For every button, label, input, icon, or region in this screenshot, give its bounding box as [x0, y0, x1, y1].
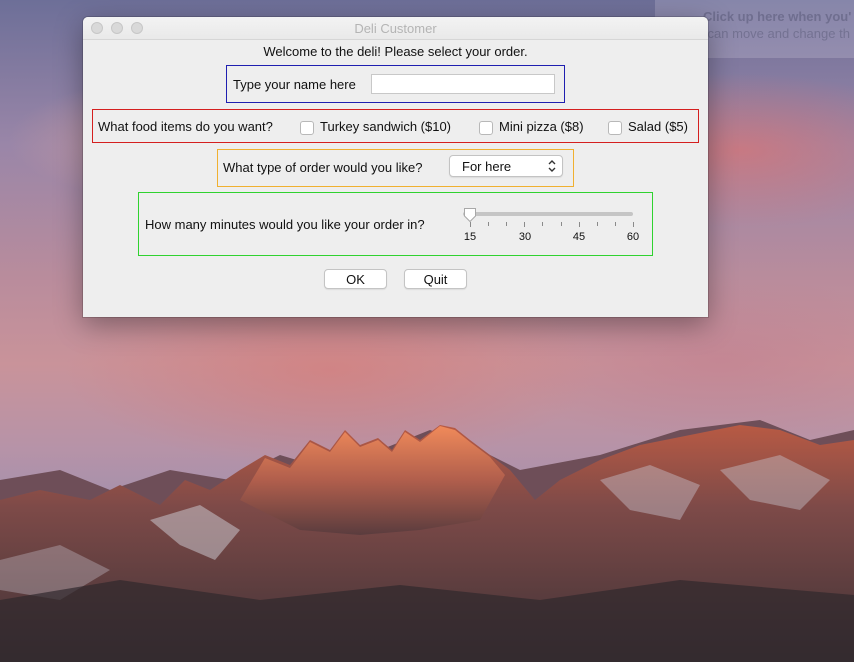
- turkey-sandwich-label[interactable]: Turkey sandwich ($10): [320, 119, 451, 134]
- slider-tick: [488, 222, 489, 226]
- slider-tick: [597, 222, 598, 226]
- mini-pizza-checkbox[interactable]: [479, 121, 493, 135]
- order-type-selected-value: For here: [462, 159, 512, 174]
- order-type-panel: What type of order would you like? For h…: [217, 149, 574, 187]
- slider-tick: [524, 222, 525, 227]
- slider-tick: [633, 222, 634, 227]
- slider-tick: [506, 222, 507, 226]
- slider-tick: [615, 222, 616, 226]
- welcome-message: Welcome to the deli! Please select your …: [263, 44, 528, 59]
- order-type-select[interactable]: For here: [449, 155, 563, 177]
- salad-checkbox[interactable]: [608, 121, 622, 135]
- select-updown-arrows-icon: [548, 160, 556, 172]
- slider-label-15: 15: [463, 231, 477, 243]
- minutes-slider-thumb[interactable]: [463, 207, 477, 223]
- turkey-sandwich-checkbox[interactable]: [300, 121, 314, 135]
- food-items-label: What food items do you want?: [98, 119, 273, 134]
- salad-label[interactable]: Salad ($5): [628, 119, 688, 134]
- minutes-slider-track[interactable]: [463, 212, 633, 216]
- slider-tick: [542, 222, 543, 226]
- slider-label-60: 60: [626, 231, 640, 243]
- quit-button[interactable]: Quit: [404, 269, 467, 289]
- window-title: Deli Customer: [354, 21, 437, 36]
- background-tooltip-line1: Click up here when you': [703, 9, 852, 24]
- name-input[interactable]: [371, 74, 555, 94]
- name-panel: Type your name here: [226, 65, 565, 103]
- slider-label-30: 30: [518, 231, 532, 243]
- minutes-label: How many minutes would you like your ord…: [145, 217, 425, 232]
- deli-customer-window: Deli Customer Welcome to the deli! Pleas…: [83, 17, 708, 317]
- name-label: Type your name here: [233, 77, 356, 92]
- ok-button[interactable]: OK: [324, 269, 387, 289]
- mini-pizza-label[interactable]: Mini pizza ($8): [499, 119, 584, 134]
- minutes-panel: How many minutes would you like your ord…: [138, 192, 653, 256]
- order-type-label: What type of order would you like?: [223, 160, 423, 175]
- slider-tick: [579, 222, 580, 227]
- slider-label-45: 45: [572, 231, 586, 243]
- window-titlebar[interactable]: Deli Customer: [83, 17, 708, 40]
- food-items-panel: What food items do you want? Turkey sand…: [92, 109, 699, 143]
- slider-tick: [561, 222, 562, 226]
